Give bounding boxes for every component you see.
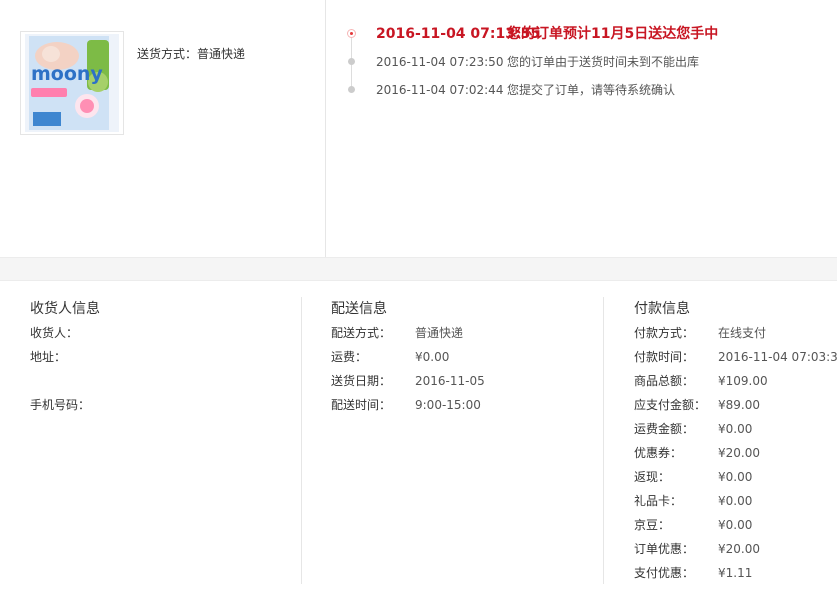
field-value: ¥89.00 [718,398,760,412]
field-value: 9:00-15:00 [415,398,481,412]
timeline-dot-active-icon [347,29,356,38]
field-value: ¥0.00 [718,422,753,436]
goods-total-row: 商品总额： ¥109.00 [634,369,834,393]
timeline-time: 2016-11-04 07:23:50 [376,55,504,69]
timeline-dot-icon [348,58,355,65]
field-value: ¥0.00 [415,350,450,364]
receiver-phone-row: 手机号码： [30,393,280,417]
cashback-row: 返现： ¥0.00 [634,465,834,489]
receiver-address-line2-row [30,369,280,393]
section-separator [0,257,837,281]
field-label: 支付优惠： [634,566,695,580]
timeline-dot-icon [348,86,355,93]
order-discount-row: 订单优惠： ¥20.00 [634,537,834,561]
timeline-message: 您的订单由于送货时间未到不能出库 [507,55,700,69]
field-value: ¥0.00 [718,494,753,508]
jd-beans-row: 京豆： ¥0.00 [634,513,834,537]
field-label: 优惠券： [634,446,683,460]
field-label: 付款时间： [634,350,695,364]
coupon-row: 优惠券： ¥20.00 [634,441,834,465]
timeline-message: 您提交了订单，请等待系统确认 [507,83,676,97]
field-label: 送货日期： [331,374,392,388]
delivery-fee-row: 运费： ¥0.00 [331,345,591,369]
moony-diaper-pack-icon: moony [25,34,119,132]
order-status-panel: moony 送货方式：普通快递 2016-11-04 07:13:55 您的订单… [0,0,837,257]
payment-discount-row: 支付优惠： ¥1.11 [634,561,834,585]
field-value: ¥20.00 [718,542,760,556]
vertical-divider [325,0,326,257]
field-label: 地址： [30,350,67,364]
field-label: 订单优惠： [634,542,695,556]
payment-info-section: 付款信息 付款方式： 在线支付 付款时间： 2016-11-04 07:03:3… [634,297,837,585]
field-value: ¥0.00 [718,470,753,484]
field-label: 运费： [331,350,368,364]
field-label: 配送方式： [331,326,392,340]
field-value: ¥20.00 [718,446,760,460]
shipping-method-label: 送货方式： [137,47,198,61]
field-label: 礼品卡： [634,494,683,508]
shipping-amount-row: 运费金额： ¥0.00 [634,417,834,441]
product-thumbnail[interactable]: moony [20,31,124,135]
gift-card-row: 礼品卡： ¥0.00 [634,489,834,513]
field-label: 返现： [634,470,671,484]
field-value: 普通快递 [415,326,464,340]
delivery-method-row: 配送方式： 普通快递 [331,321,591,345]
shipping-method: 送货方式：普通快递 [137,45,245,62]
receiver-name-row: 收货人： [30,321,280,345]
field-value: ¥0.00 [718,518,753,532]
receiver-address-row: 地址： [30,345,280,369]
field-label: 京豆： [634,518,671,532]
brand-logo-text: moony [31,63,103,85]
field-label: 应支付金额： [634,398,707,412]
field-value: 2016-11-05 [415,374,485,388]
timeline-message: 您的订单预计11月5日送达您手中 [507,26,719,42]
delivery-info-title: 配送信息 [331,301,387,317]
receiver-info-section: 收货人信息 收货人： 地址： 手机号码： [30,297,280,417]
field-label: 运费金额： [634,422,695,436]
delivery-time-row: 配送时间： 9:00-15:00 [331,393,591,417]
field-value: ¥109.00 [718,374,768,388]
receiver-info-title: 收货人信息 [30,301,100,317]
field-label: 商品总额： [634,374,695,388]
field-label: 配送时间： [331,398,392,412]
field-value: 在线支付 [718,326,767,340]
field-label: 付款方式： [634,326,695,340]
amount-due-row: 应支付金额： ¥89.00 [634,393,834,417]
field-label: 收货人： [30,326,79,340]
payment-info-title: 付款信息 [634,301,690,317]
delivery-date-row: 送货日期： 2016-11-05 [331,369,591,393]
field-value: ¥1.11 [718,566,753,580]
field-label: 手机号码： [30,398,91,412]
payment-time-row: 付款时间： 2016-11-04 07:03:36 [634,345,837,369]
field-value: 2016-11-04 07:03:36 [718,350,837,364]
delivery-info-section: 配送信息 配送方式： 普通快递 运费： ¥0.00 送货日期： 2016-11-… [331,297,591,417]
timeline-time: 2016-11-04 07:02:44 [376,83,504,97]
column-divider [603,297,604,584]
payment-method-row: 付款方式： 在线支付 [634,321,834,345]
shipping-method-value: 普通快递 [197,47,246,61]
column-divider [301,297,302,584]
